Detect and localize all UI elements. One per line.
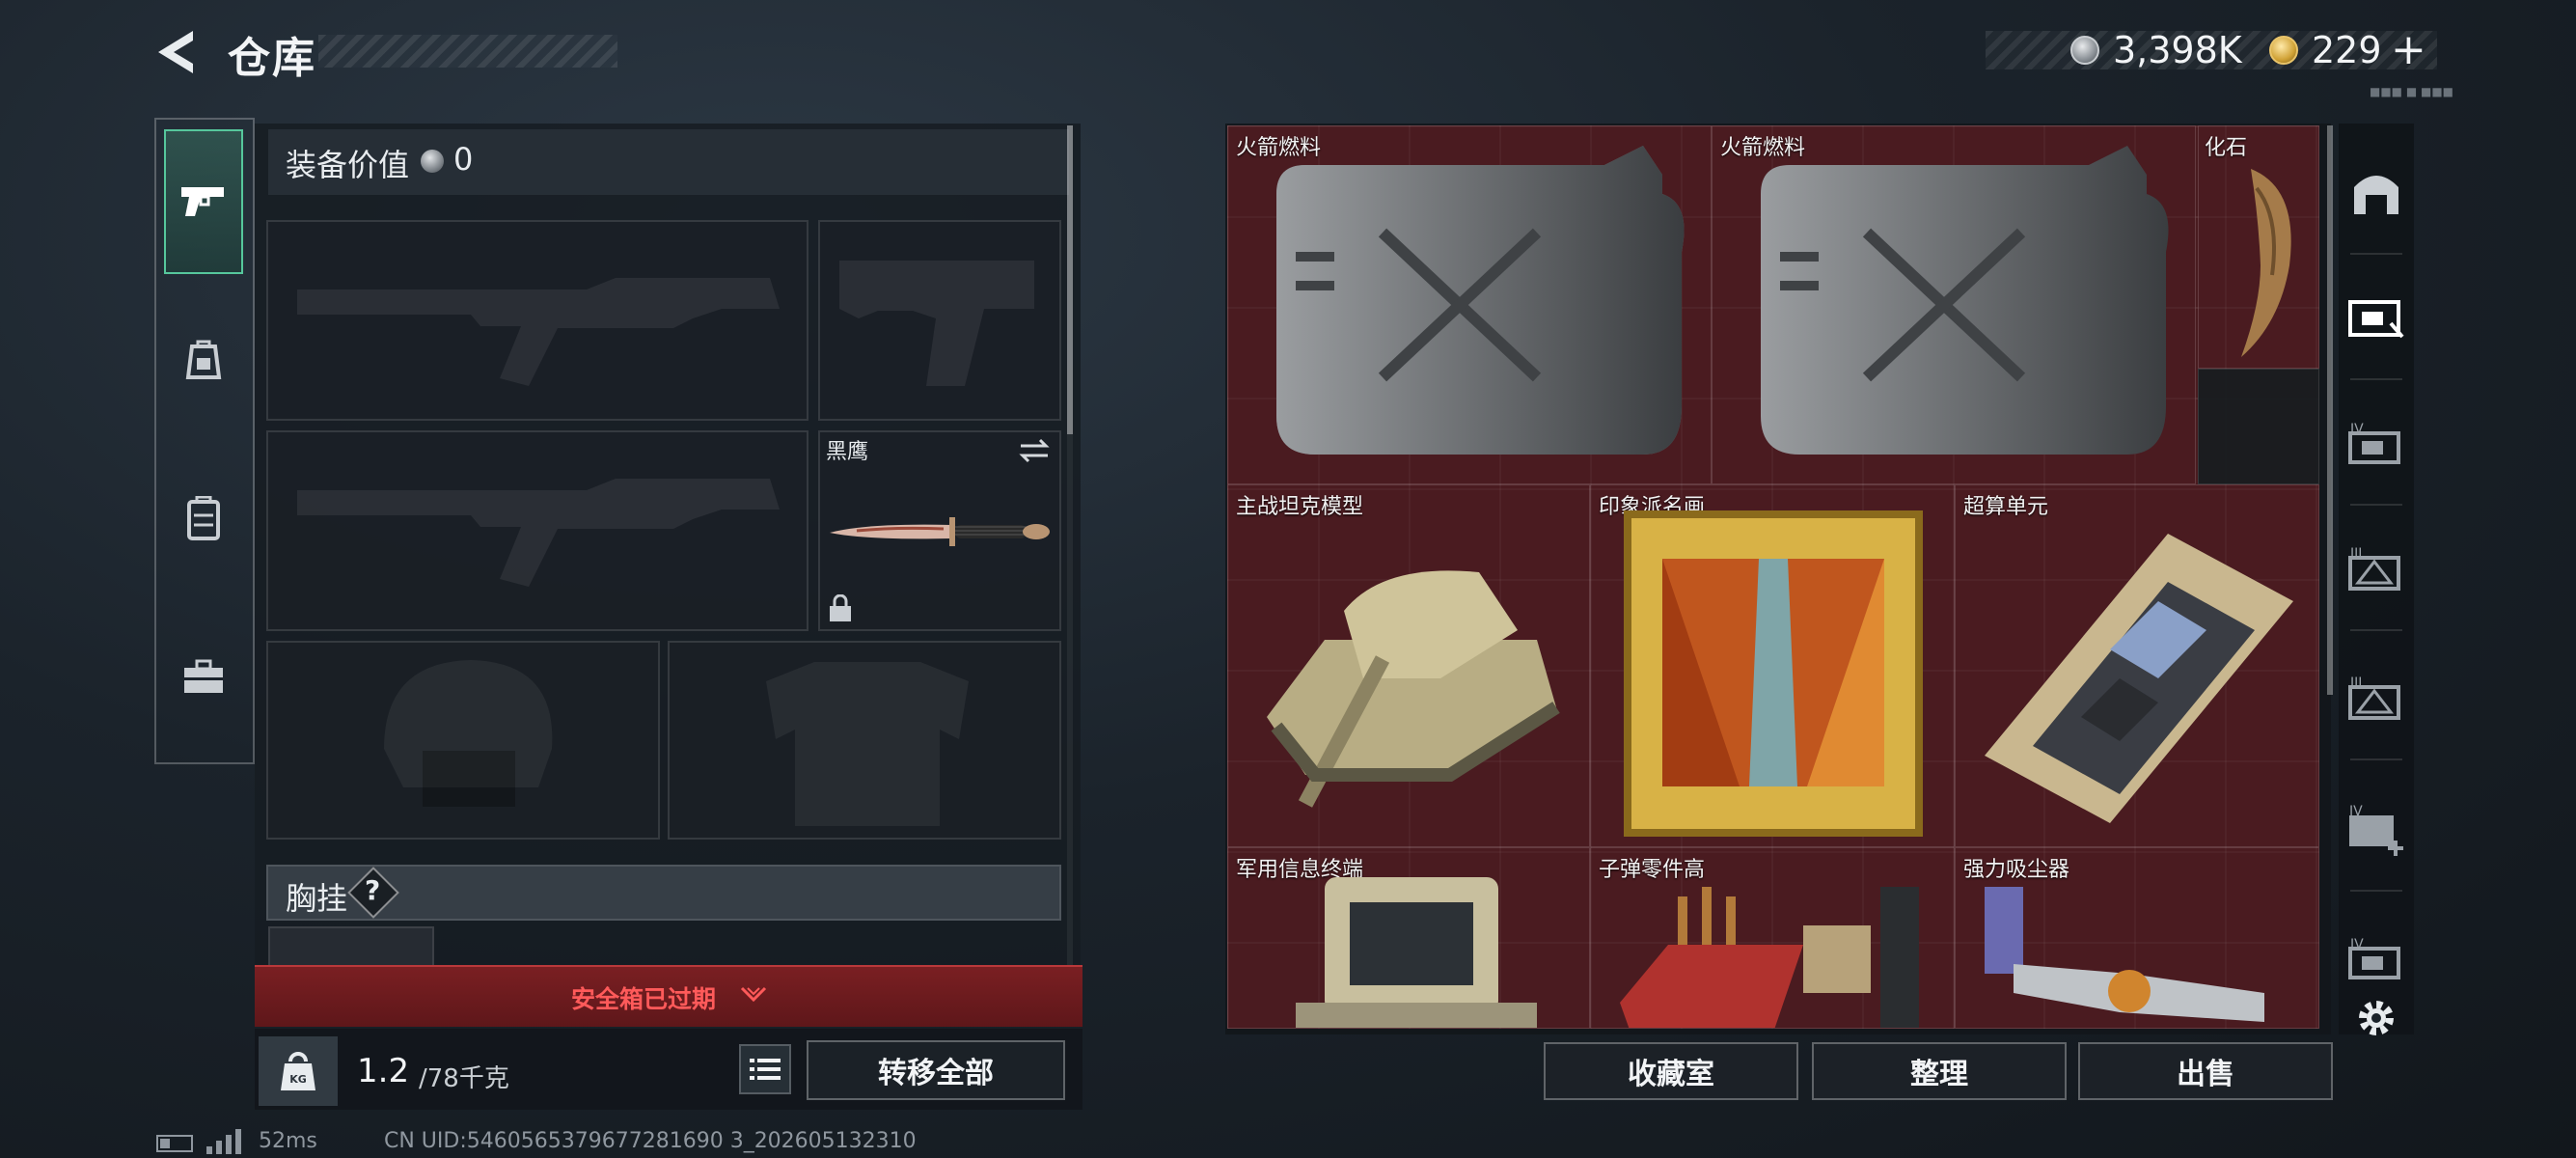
knife-icon: [830, 517, 1050, 546]
helmet-slot[interactable]: [266, 641, 660, 840]
kettlebell-icon: KG: [281, 1052, 315, 1090]
category-case[interactable]: [164, 604, 243, 749]
stash-item[interactable]: 化石: [2198, 125, 2319, 369]
stash-item[interactable]: 火箭燃料: [1712, 125, 2196, 484]
back-arrow-icon: [158, 31, 193, 73]
back-button[interactable]: [154, 27, 201, 77]
briefcase-icon: [184, 659, 223, 693]
secondary-weapon-slot[interactable]: [266, 430, 808, 631]
loadout-scroll-thumb[interactable]: [1067, 125, 1073, 434]
rail-stash-add[interactable]: IV: [2344, 772, 2408, 886]
pistol-icon: [181, 187, 224, 216]
item-name: 化石: [2205, 136, 2248, 160]
stash-item[interactable]: 印象派名画: [1590, 484, 1955, 847]
chest-rig-label: 胸挂: [286, 880, 348, 917]
rail-stash-4[interactable]: III: [2344, 641, 2408, 755]
help-icon: ?: [365, 874, 381, 906]
money-coin-icon: [2070, 36, 2099, 65]
armor-silhouette-icon: [766, 662, 969, 826]
empty-grid-cell[interactable]: [2198, 369, 2319, 484]
home-icon: [2354, 176, 2398, 214]
pistol-silhouette-icon: [839, 261, 1034, 386]
fuel-can-icon: [1276, 146, 1685, 455]
primary-weapon-slot[interactable]: [266, 220, 808, 421]
title-decoration: [318, 35, 617, 68]
transfer-all-button[interactable]: 转移全部: [807, 1040, 1065, 1100]
weight-current: 1.2: [357, 1052, 410, 1090]
stash-item[interactable]: 火箭燃料: [1227, 125, 1712, 484]
stash-item[interactable]: 子弹零件高: [1590, 847, 1955, 1029]
terminal-icon: [1296, 877, 1537, 1028]
stash-tab-icon: [2348, 300, 2404, 339]
rail-stash-3[interactable]: III: [2344, 511, 2408, 625]
collection-room-button[interactable]: 收藏室: [1544, 1042, 1798, 1100]
stash-item[interactable]: 主战坦克模型: [1227, 484, 1590, 847]
stash-item[interactable]: 超算单元: [1955, 484, 2319, 847]
compute-unit-icon: [1985, 534, 2293, 823]
money-amount: 3,398K: [2113, 29, 2242, 71]
equip-value-coin-icon: [421, 150, 444, 173]
sort-button[interactable]: 整理: [1812, 1042, 2067, 1100]
safebox-expired-text: 安全箱已过期: [571, 985, 717, 1013]
page-title: 仓库: [228, 34, 316, 83]
rail-stash-1[interactable]: [2344, 261, 2408, 374]
rail-divider: [2350, 758, 2402, 760]
category-weapons[interactable]: [164, 129, 243, 274]
user-uid: CN UID:5460565379677281690 3_20260513231…: [384, 1129, 917, 1153]
backpack-icon: [185, 340, 222, 379]
equip-value-amount: 0: [453, 141, 474, 178]
gold-amount: 229: [2312, 29, 2382, 71]
vest-icon: [187, 496, 220, 540]
lock-icon: [828, 593, 853, 627]
list-view-button[interactable]: [739, 1044, 791, 1094]
chevron-down-icon: [739, 984, 768, 1009]
stash-tab-iv-b-icon: IV: [2348, 937, 2400, 979]
rail-divider: [2350, 890, 2402, 892]
fuel-can-icon: [1761, 146, 2169, 455]
stash-item[interactable]: 军用信息终端: [1227, 847, 1590, 1029]
category-backpack[interactable]: [164, 288, 243, 432]
stash-tab-iv-icon: IV: [2348, 422, 2400, 464]
rail-divider: [2350, 629, 2402, 631]
vacuum-icon: [1985, 887, 2264, 1022]
gold-coin-icon: [2269, 36, 2298, 65]
item-name: 主战坦克模型: [1236, 495, 1364, 519]
rail-divider: [2350, 378, 2402, 380]
rifle-silhouette-icon: [297, 479, 780, 587]
add-gold-button[interactable]: +: [2391, 25, 2426, 74]
swap-icon[interactable]: [1017, 436, 1052, 469]
rail-divider: [2350, 504, 2402, 506]
rail-home[interactable]: [2344, 135, 2408, 249]
battery-icon: [156, 1135, 193, 1152]
melee-item-name: 黑鹰: [826, 440, 869, 464]
weight-max: /78千克: [419, 1064, 509, 1093]
helmet-silhouette-icon: [384, 660, 553, 807]
ping-readout: 52ms: [259, 1129, 317, 1153]
svg-text:KG: KG: [289, 1073, 307, 1086]
version-mark: ■■■ ■ ■■■: [2370, 85, 2453, 98]
rifle-silhouette-icon: [297, 278, 780, 386]
ammo-parts-icon: [1620, 887, 1919, 1028]
list-icon: [750, 1059, 781, 1080]
rail-divider: [2350, 253, 2402, 255]
stash-add-iv-icon: IV: [2349, 804, 2403, 856]
stash-item[interactable]: 强力吸尘器: [1955, 847, 2319, 1029]
settings-button[interactable]: [2344, 986, 2408, 1050]
tank-icon: [1267, 570, 1560, 808]
stash-scrollbar[interactable]: [2327, 125, 2333, 695]
settings-icon: [2359, 1001, 2394, 1035]
pistol-slot[interactable]: [818, 220, 1061, 421]
stash-tab-iii-icon: III: [2348, 546, 2400, 591]
stash-tab-iii-b-icon: III: [2348, 676, 2400, 720]
armor-slot[interactable]: [668, 641, 1061, 840]
fossil-claw-icon: [2241, 169, 2291, 357]
painting-icon: [1624, 510, 1923, 837]
signal-icon: [206, 1129, 241, 1154]
equip-value-label: 装备价值: [286, 147, 410, 183]
sell-button[interactable]: 出售: [2078, 1042, 2333, 1100]
weight-icon-box: KG: [259, 1036, 338, 1106]
category-vest[interactable]: [164, 446, 243, 591]
rail-stash-2[interactable]: IV: [2344, 386, 2408, 500]
